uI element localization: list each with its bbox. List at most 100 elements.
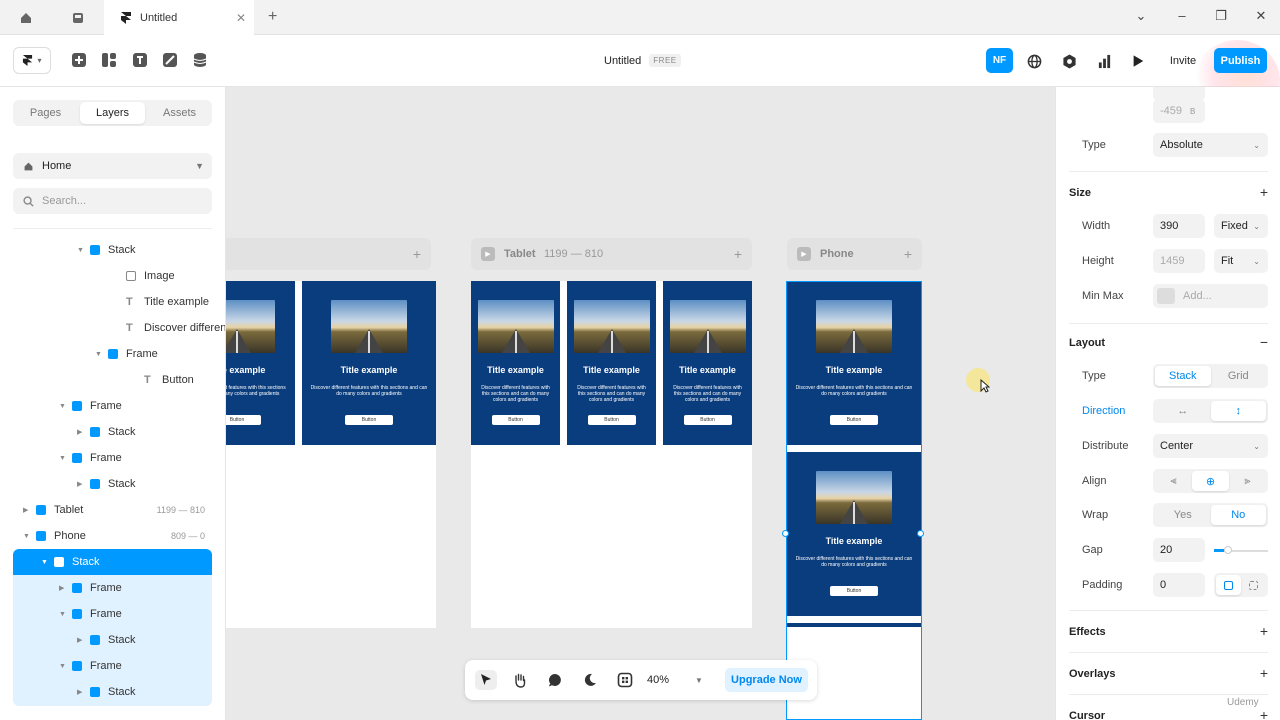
- play-icon[interactable]: ▶: [481, 247, 495, 261]
- position-type-select[interactable]: Absolute ⌄: [1153, 133, 1268, 157]
- document-title[interactable]: Untitled FREE: [604, 54, 681, 67]
- layer-row-phone[interactable]: ▼ Phone 809 — 0: [13, 523, 212, 549]
- layer-row-stack[interactable]: ▶ Stack: [13, 679, 212, 705]
- resize-handle-left[interactable]: [782, 530, 789, 537]
- layout-button[interactable]: [100, 51, 118, 69]
- chevron-right-icon[interactable]: ▶: [77, 428, 82, 436]
- chevron-down-icon[interactable]: ▼: [59, 663, 66, 670]
- resize-handle-right[interactable]: [917, 530, 924, 537]
- gap-input[interactable]: 20: [1153, 538, 1205, 562]
- add-effect-icon[interactable]: +: [1260, 623, 1268, 639]
- home-tab[interactable]: [0, 0, 52, 35]
- chevron-right-icon[interactable]: ▶: [77, 688, 82, 696]
- close-tab-icon[interactable]: ✕: [236, 11, 246, 25]
- select-tool-button[interactable]: [475, 670, 497, 690]
- align-start-option[interactable]: ⫷: [1155, 471, 1192, 491]
- page-select[interactable]: Home ▼: [13, 153, 212, 179]
- phone-breakpoint-header[interactable]: ▶ Phone +: [787, 238, 922, 270]
- tablet-breakpoint-header[interactable]: ▶ Tablet 1199 — 810 +: [471, 238, 752, 270]
- layer-row-stack[interactable]: ▼ Stack: [13, 237, 212, 263]
- layer-row-tablet[interactable]: ▶ Tablet 1199 — 810: [13, 497, 212, 523]
- chevron-down-icon[interactable]: ▼: [59, 455, 66, 462]
- restore-icon[interactable]: ❐: [1211, 8, 1231, 24]
- tablet-card-3[interactable]: Title example Discover different feature…: [663, 281, 752, 445]
- new-tab-icon[interactable]: +: [268, 8, 277, 26]
- layer-row-image[interactable]: Image: [13, 263, 212, 289]
- chevron-down-icon[interactable]: ▼: [95, 351, 102, 358]
- layer-search-input[interactable]: Search...: [13, 188, 212, 214]
- layer-row-frame[interactable]: ▼ Frame: [13, 601, 212, 627]
- zoom-select[interactable]: 40% ▼: [647, 670, 705, 690]
- chevron-down-icon[interactable]: ▼: [41, 559, 48, 566]
- wrap-no-option[interactable]: No: [1210, 505, 1266, 525]
- cms-button[interactable]: [191, 51, 209, 69]
- layout-stack-option[interactable]: Stack: [1155, 366, 1211, 386]
- add-breakpoint-icon[interactable]: +: [904, 246, 912, 262]
- padding-input[interactable]: 0: [1153, 573, 1205, 597]
- tab-pages[interactable]: Pages: [13, 100, 78, 126]
- tablet-card-1[interactable]: Title example Discover different feature…: [471, 281, 560, 445]
- settings-button[interactable]: [1059, 51, 1079, 71]
- direction-horizontal-option[interactable]: ↔: [1155, 401, 1211, 421]
- layer-row-stack[interactable]: ▶ Stack: [13, 471, 212, 497]
- layer-row-button[interactable]: T Button: [13, 367, 212, 393]
- dark-mode-button[interactable]: [580, 670, 600, 690]
- tab-assets[interactable]: Assets: [147, 100, 212, 126]
- components-button[interactable]: [615, 670, 635, 690]
- layer-row-frame[interactable]: ▼ Frame: [13, 653, 212, 679]
- tablet-card-2[interactable]: Title example Discover different feature…: [567, 281, 656, 445]
- padding-individual-option[interactable]: [1241, 575, 1266, 595]
- layer-row-frame[interactable]: ▼ Frame: [13, 393, 212, 419]
- add-size-icon[interactable]: +: [1260, 184, 1268, 200]
- height-mode-select[interactable]: Fit ⌄: [1214, 249, 1268, 273]
- insert-button[interactable]: [70, 51, 88, 69]
- direction-vertical-option[interactable]: ↕: [1210, 401, 1266, 421]
- layer-row-title-example[interactable]: T Title example: [13, 289, 212, 315]
- chevron-down-icon[interactable]: ▼: [59, 611, 66, 618]
- add-breakpoint-icon[interactable]: +: [734, 246, 742, 262]
- align-center-option[interactable]: ⊕: [1192, 471, 1229, 491]
- layer-row-stack[interactable]: ▶ Stack: [13, 627, 212, 653]
- site-settings-button[interactable]: [1024, 51, 1044, 71]
- height-input[interactable]: 1459: [1153, 249, 1205, 273]
- width-input[interactable]: 390: [1153, 214, 1205, 238]
- layer-row-frame[interactable]: ▼ Frame: [13, 341, 212, 367]
- layer-row-stack[interactable]: ▶ Stack: [13, 419, 212, 445]
- width-mode-select[interactable]: Fixed ⌄: [1214, 214, 1268, 238]
- padding-uniform-option[interactable]: [1216, 575, 1241, 595]
- close-window-icon[interactable]: ✕: [1251, 8, 1271, 24]
- avatar[interactable]: NF: [986, 48, 1013, 73]
- add-cursor-icon[interactable]: +: [1260, 707, 1268, 720]
- analytics-button[interactable]: [1094, 51, 1114, 71]
- collapse-layout-icon[interactable]: −: [1260, 334, 1268, 350]
- publish-button[interactable]: Publish: [1214, 48, 1267, 73]
- upgrade-now-button[interactable]: Upgrade Now: [725, 668, 808, 692]
- distribute-select[interactable]: Center ⌄: [1153, 434, 1268, 458]
- layer-row-stack[interactable]: ▼ Stack: [13, 549, 212, 575]
- gap-slider[interactable]: [1214, 546, 1268, 554]
- desktop-card-1[interactable]: Title example Discover different feature…: [226, 281, 295, 445]
- layer-row-frame[interactable]: ▶ Frame: [13, 575, 212, 601]
- add-breakpoint-icon[interactable]: +: [413, 246, 421, 262]
- design-canvas[interactable]: + Title example Discover different featu…: [226, 87, 1055, 720]
- chevron-down-icon[interactable]: ▼: [77, 247, 84, 254]
- text-tool-button[interactable]: [131, 51, 149, 69]
- chevron-right-icon[interactable]: ▶: [77, 480, 82, 488]
- layer-row-discover-differen[interactable]: T Discover differen: [13, 315, 225, 341]
- minimize-icon[interactable]: –: [1172, 8, 1192, 23]
- position-y-field[interactable]: -459 B: [1153, 99, 1205, 123]
- inbox-tab[interactable]: [52, 0, 104, 35]
- add-overlay-icon[interactable]: +: [1260, 665, 1268, 681]
- desktop-breakpoint-header[interactable]: +: [226, 238, 431, 270]
- chevron-right-icon[interactable]: ▶: [23, 506, 28, 514]
- main-menu-button[interactable]: ▾: [13, 47, 51, 74]
- document-tab[interactable]: Untitled ✕: [104, 0, 254, 35]
- preview-button[interactable]: [1128, 51, 1148, 71]
- play-icon[interactable]: ▶: [797, 247, 811, 261]
- chevron-down-icon[interactable]: ⌄: [1131, 8, 1151, 24]
- comment-tool-button[interactable]: [545, 670, 565, 690]
- chevron-right-icon[interactable]: ▶: [59, 584, 64, 592]
- layout-grid-option[interactable]: Grid: [1211, 366, 1267, 386]
- chevron-right-icon[interactable]: ▶: [77, 636, 82, 644]
- chevron-down-icon[interactable]: ▼: [59, 403, 66, 410]
